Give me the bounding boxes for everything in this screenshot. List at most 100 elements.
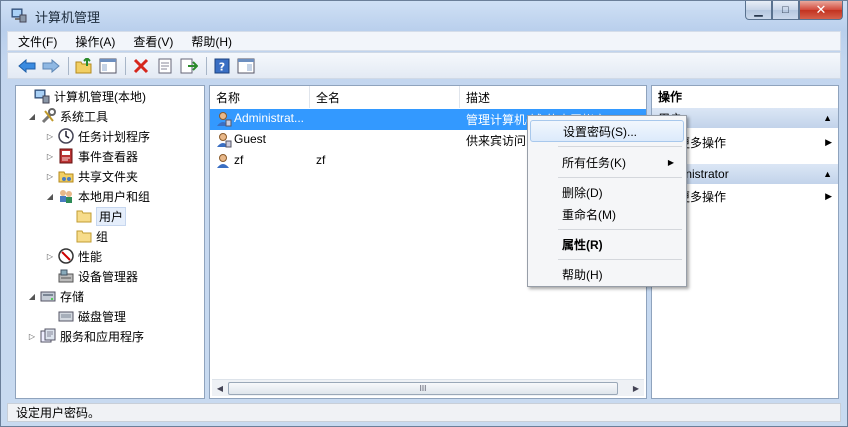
submenu-arrow-icon: ▶ — [825, 136, 832, 147]
menu-separator — [558, 259, 682, 260]
user-icon — [216, 111, 232, 130]
tree-item-label: 系统工具 — [60, 109, 109, 124]
tree-item-label: 设备管理器 — [78, 269, 139, 284]
tree-item-event-viewer[interactable]: ▷ 事件查看器 — [44, 146, 138, 166]
tree-item-label: 共享文件夹 — [78, 169, 139, 184]
folder-icon — [76, 228, 92, 244]
tree-item-system-tools[interactable]: ◢ 系统工具 — [26, 106, 108, 126]
tree-item-local-users-groups[interactable]: ◢ 本地用户和组 — [44, 186, 150, 206]
menu-separator — [558, 229, 682, 230]
storage-icon — [40, 288, 56, 304]
menu-file[interactable]: 文件(F) — [8, 33, 65, 50]
tree-item-disk-management[interactable]: 磁盘管理 — [44, 306, 126, 326]
toolbar: ? — [7, 52, 841, 79]
clock-icon — [58, 128, 74, 144]
expanded-arrow-icon[interactable]: ◢ — [26, 292, 38, 301]
collapse-up-icon[interactable]: ▲ — [823, 169, 832, 179]
tree-item-label: 用户 — [96, 206, 127, 226]
svg-text:?: ? — [219, 60, 225, 73]
up-folder-icon[interactable] — [73, 55, 95, 77]
toolbar-separator — [125, 56, 126, 75]
tree-item-label: 本地用户和组 — [78, 189, 151, 204]
tree-item-label: 性能 — [78, 249, 103, 264]
menu-item-all-tasks[interactable]: 所有任务(K) ▶ — [530, 151, 684, 173]
tree-item-services-applications[interactable]: ▷ 服务和应用程序 — [26, 326, 144, 346]
submenu-arrow-icon: ▶ — [667, 157, 674, 167]
context-menu: 设置密码(S)... 所有任务(K) ▶ 删除(D) 重命名(M) 属性(R) … — [527, 115, 687, 287]
delete-icon[interactable] — [130, 55, 152, 77]
tree-item-computer-management[interactable]: 计算机管理(本地) — [20, 86, 146, 106]
tree-item-label: 计算机管理(本地) — [54, 89, 146, 104]
collapsed-arrow-icon[interactable]: ▷ — [44, 152, 56, 161]
export-icon[interactable] — [178, 55, 200, 77]
computer-management-icon — [34, 88, 50, 104]
horizontal-scrollbar[interactable]: ◀ III ▶ — [212, 379, 644, 396]
status-text: 设定用户密码。 — [16, 406, 101, 420]
tree-item-device-manager[interactable]: 设备管理器 — [44, 266, 138, 286]
users-groups-icon — [58, 188, 74, 204]
close-button[interactable]: ✕ — [799, 1, 843, 20]
maximize-button[interactable]: □ — [772, 1, 799, 20]
status-bar: 设定用户密码。 — [7, 403, 841, 422]
window-title: 计算机管理 — [35, 10, 101, 25]
tree-item-label: 存储 — [60, 289, 85, 304]
console-tree-icon[interactable] — [97, 55, 119, 77]
collapse-up-icon[interactable]: ▲ — [823, 113, 832, 123]
tree-item-label: 磁盘管理 — [78, 309, 127, 324]
menu-separator — [558, 177, 682, 178]
menu-item-properties[interactable]: 属性(R) — [530, 233, 684, 255]
collapsed-arrow-icon[interactable]: ▷ — [44, 172, 56, 181]
collapsed-arrow-icon[interactable]: ▷ — [44, 252, 56, 261]
minimize-button[interactable]: ▁ — [745, 1, 772, 20]
performance-icon — [58, 248, 74, 264]
scrollbar-thumb[interactable]: III — [228, 382, 618, 395]
device-manager-icon — [58, 268, 74, 284]
forward-arrow-icon[interactable] — [40, 55, 62, 77]
submenu-arrow-icon: ▶ — [825, 190, 832, 201]
scroll-right-icon[interactable]: ▶ — [629, 382, 643, 395]
menu-item-label: 所有任务(K) — [562, 155, 626, 170]
computer-management-window: 计算机管理 ▁ □ ✕ 文件(F) 操作(A) 查看(V) 帮助(H) ? 计算… — [0, 0, 848, 427]
menu-item-rename[interactable]: 重命名(M) — [530, 203, 684, 225]
event-viewer-icon — [58, 148, 74, 164]
collapsed-arrow-icon[interactable]: ▷ — [26, 332, 38, 341]
help-icon[interactable]: ? — [211, 55, 233, 77]
user-name: Guest — [234, 132, 267, 146]
column-header-name[interactable]: 名称 — [210, 86, 310, 108]
title-bar[interactable]: 计算机管理 ▁ □ ✕ — [1, 1, 847, 29]
tree-item-label: 服务和应用程序 — [60, 329, 145, 344]
menu-bar: 文件(F) 操作(A) 查看(V) 帮助(H) — [7, 31, 841, 51]
properties-icon[interactable] — [154, 55, 176, 77]
scroll-left-icon[interactable]: ◀ — [213, 382, 227, 395]
menu-action[interactable]: 操作(A) — [65, 33, 123, 50]
menu-view[interactable]: 查看(V) — [123, 33, 181, 50]
folder-icon — [76, 208, 92, 224]
collapsed-arrow-icon[interactable]: ▷ — [44, 132, 56, 141]
tree-item-label: 任务计划程序 — [78, 129, 151, 144]
tree-item-groups[interactable]: 组 — [62, 226, 108, 246]
tree-item-shared-folders[interactable]: ▷ 共享文件夹 — [44, 166, 138, 186]
show-hide-icon[interactable] — [235, 55, 257, 77]
menu-item-set-password[interactable]: 设置密码(S)... — [530, 120, 684, 142]
services-icon — [40, 328, 56, 344]
disk-icon — [58, 308, 74, 324]
column-header-description[interactable]: 描述 — [460, 86, 646, 108]
menu-item-delete[interactable]: 删除(D) — [530, 181, 684, 203]
user-icon — [216, 153, 232, 172]
tree-item-performance[interactable]: ▷ 性能 — [44, 246, 102, 266]
back-arrow-icon[interactable] — [16, 55, 38, 77]
menu-help[interactable]: 帮助(H) — [181, 33, 240, 50]
expanded-arrow-icon[interactable]: ◢ — [26, 112, 38, 121]
tree-item-users[interactable]: 用户 — [62, 206, 127, 226]
expanded-arrow-icon[interactable]: ◢ — [44, 192, 56, 201]
tree-item-storage[interactable]: ◢ 存储 — [26, 286, 84, 306]
tree-item-task-scheduler[interactable]: ▷ 任务计划程序 — [44, 126, 150, 146]
toolbar-separator — [68, 56, 69, 75]
menu-separator — [558, 146, 682, 147]
column-header-fullname[interactable]: 全名 — [310, 86, 460, 108]
menu-item-help[interactable]: 帮助(H) — [530, 263, 684, 285]
toolbar-separator — [206, 56, 207, 75]
user-icon — [216, 132, 232, 151]
console-tree: 计算机管理(本地) ◢ 系统工具 ▷ 任务计划程序 ▷ 事件查看器 ▷ 共享文件… — [15, 85, 205, 399]
tree-item-label: 组 — [96, 229, 109, 244]
